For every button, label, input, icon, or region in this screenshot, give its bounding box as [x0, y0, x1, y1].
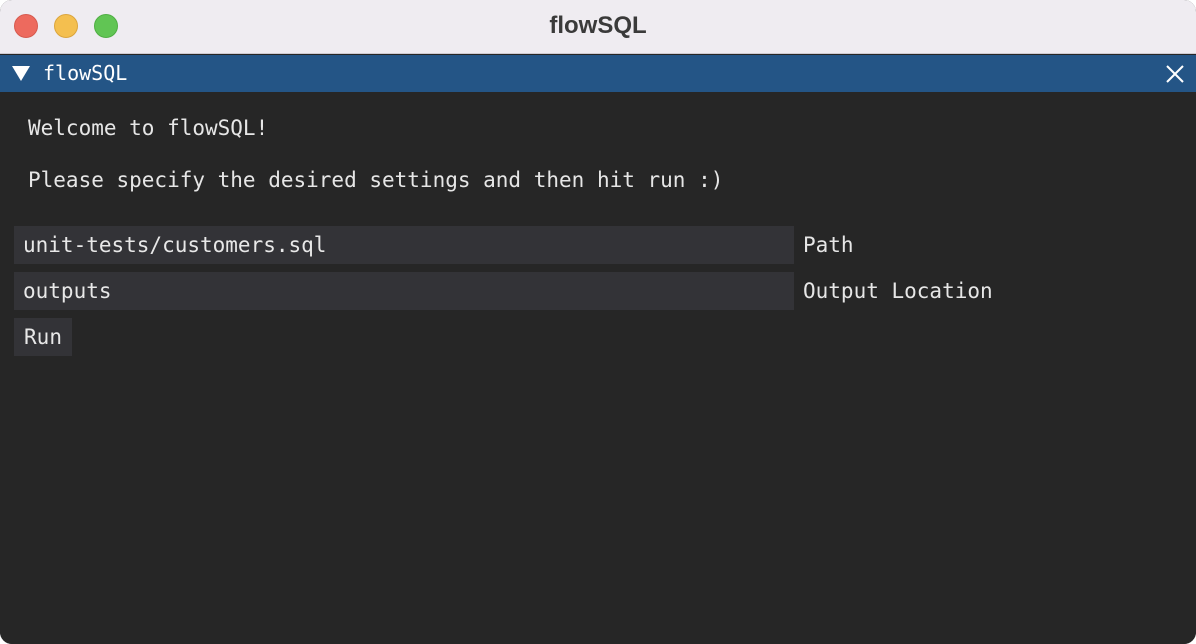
close-icon[interactable] — [1164, 63, 1186, 85]
window-title: flowSQL — [549, 12, 647, 39]
path-input[interactable] — [14, 226, 794, 264]
app-window: flowSQL flowSQL Welcome to flowSQL! Plea… — [0, 0, 1196, 644]
window-titlebar: flowSQL — [0, 0, 1196, 54]
output-location-label: Output Location — [803, 279, 993, 303]
run-button[interactable]: Run — [14, 318, 72, 356]
path-label: Path — [803, 233, 854, 257]
instructions-text: Please specify the desired settings and … — [28, 168, 724, 192]
welcome-text: Welcome to flowSQL! — [28, 116, 269, 140]
panel-header[interactable]: flowSQL — [0, 55, 1196, 92]
triangle-down-icon[interactable] — [12, 66, 30, 81]
panel-content: Welcome to flowSQL! Please specify the d… — [0, 92, 1196, 644]
output-location-input[interactable] — [14, 272, 794, 310]
panel-title: flowSQL — [43, 61, 128, 85]
